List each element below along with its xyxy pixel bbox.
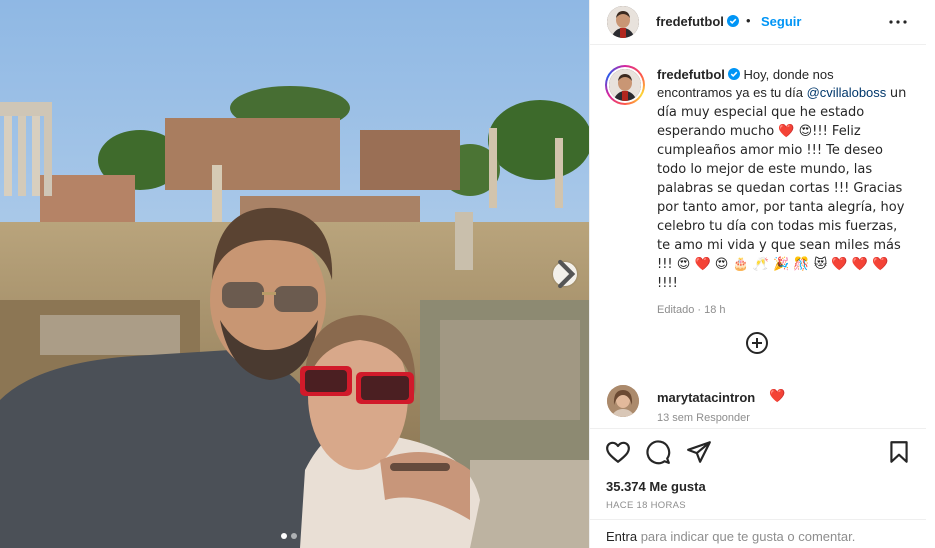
caption-body-2: un día muy especial que he estado espera… [657, 86, 907, 291]
header-separator: • [746, 13, 751, 28]
login-link[interactable]: Entra [606, 529, 637, 544]
caption-mention-link[interactable]: @cvillaloboss [807, 85, 887, 100]
share-button[interactable] [686, 439, 712, 465]
chevron-right-icon [558, 259, 576, 289]
caption-edited-time: Editado · 18 h [657, 304, 726, 316]
plus-circle-icon [746, 332, 768, 354]
likes-count[interactable]: 35.374 Me gusta [606, 479, 706, 494]
commenter-avatar[interactable] [607, 385, 639, 417]
carousel-indicator [281, 533, 297, 539]
comments-scroll-area[interactable]: fredefutbol Hoy, donde nos encontramos y… [590, 53, 926, 428]
carousel-next-button[interactable] [553, 259, 577, 289]
heart-icon [606, 441, 630, 463]
bookmark-icon [890, 441, 908, 463]
caption-avatar-story-ring[interactable] [605, 65, 645, 105]
caption-avatar [609, 69, 641, 101]
more-options-button[interactable] [886, 12, 910, 32]
caption-text: fredefutbol Hoy, donde nos encontramos y… [657, 66, 907, 293]
commenter-username[interactable]: marytatacintron [657, 390, 755, 405]
comment-button[interactable] [645, 439, 671, 465]
comment-icon [646, 440, 671, 465]
like-button[interactable] [605, 439, 631, 465]
login-prompt-text: Entra para indicar que te gusta o coment… [606, 529, 855, 544]
load-more-comments-button[interactable] [745, 331, 769, 355]
comment-item: marytatacintron ❤️ 13 sem Responder [605, 385, 915, 425]
share-icon [687, 441, 711, 463]
follow-button[interactable]: Seguir [761, 14, 801, 29]
instagram-post-modal: fredefutbol • Seguir fredefutbol Hoy, do… [0, 0, 935, 548]
carousel-dot [291, 533, 297, 539]
post-timestamp[interactable]: HACE 18 HORAS [606, 500, 686, 511]
author-username-text: fredefutbol [656, 14, 724, 29]
author-avatar[interactable] [607, 6, 639, 38]
author-username[interactable]: fredefutbol [656, 14, 739, 29]
post-header: fredefutbol • Seguir [590, 0, 926, 45]
verified-badge-icon [727, 68, 740, 80]
post-side-panel: fredefutbol • Seguir fredefutbol Hoy, do… [589, 0, 935, 548]
carousel-dot-active [281, 533, 287, 539]
verified-badge-icon [726, 15, 739, 27]
post-actions-bar [590, 428, 926, 473]
login-prompt: Entra para indicar que te gusta o coment… [590, 519, 926, 548]
more-options-icon [889, 20, 907, 24]
save-button[interactable] [886, 439, 912, 465]
post-photo [0, 0, 589, 548]
comment-text: ❤️ [769, 389, 786, 404]
caption-username[interactable]: fredefutbol [657, 67, 725, 82]
login-prompt-suffix: para indicar que te gusta o comentar. [637, 529, 856, 544]
selfie-roman-forum-image [0, 0, 589, 548]
comment-meta: 13 sem Responder [657, 412, 750, 424]
